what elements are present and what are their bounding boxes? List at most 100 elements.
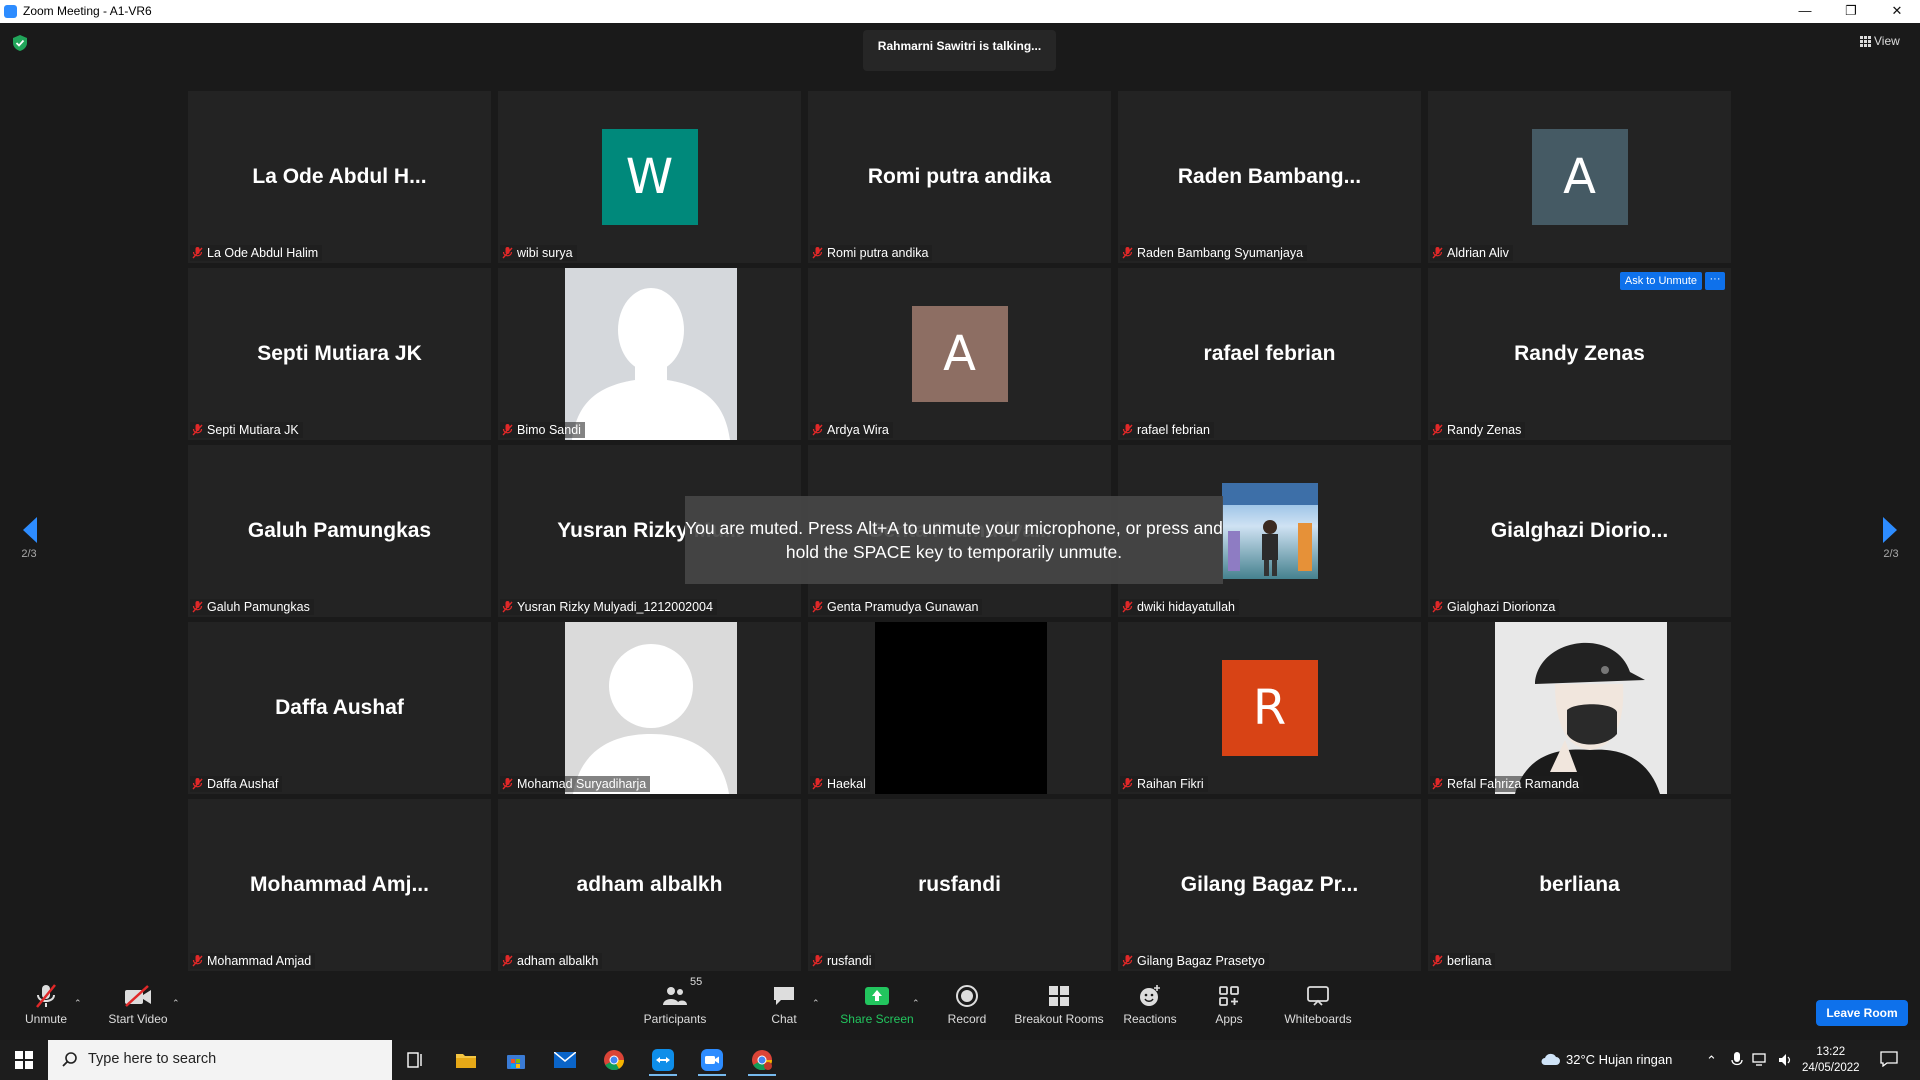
chat-icon [774, 987, 794, 1005]
participant-name: Gilang Bagaz Prasetyo [1120, 953, 1269, 969]
participant-tile[interactable]: Refal Fahriza Ramanda [1428, 622, 1731, 794]
weather-widget[interactable]: 32°C Hujan ringan [1540, 1052, 1672, 1067]
profile-photo [565, 622, 737, 794]
apps-button[interactable]: Apps [1210, 982, 1248, 1026]
participant-tile[interactable]: rafael febrian rafael febrian [1118, 268, 1421, 440]
participant-tile[interactable]: Mohamad Suryadiharja [498, 622, 801, 794]
previous-page-button[interactable]: 2/3 [14, 515, 44, 560]
file-explorer-icon[interactable] [452, 1046, 480, 1074]
share-options-caret[interactable]: ⌃ [912, 998, 920, 1009]
participant-tile[interactable]: Gilang Bagaz Pr... Gilang Bagaz Prasetyo [1118, 799, 1421, 971]
breakout-rooms-label: Breakout Rooms [1014, 1012, 1104, 1026]
participant-display-name: Randy Zenas [1514, 342, 1645, 365]
participant-tile[interactable]: A Aldrian Aliv [1428, 91, 1731, 263]
record-button[interactable]: Record [940, 982, 994, 1026]
taskbar-search-input[interactable]: Type here to search [48, 1040, 392, 1080]
unmute-button[interactable]: Unmute [20, 982, 72, 1026]
participant-name-text: Galuh Pamungkas [207, 600, 310, 614]
clock[interactable]: 13:22 24/05/2022 [1802, 1044, 1860, 1076]
weather-text: 32°C Hujan ringan [1566, 1052, 1673, 1067]
reactions-button[interactable]: Reactions [1122, 982, 1178, 1026]
apps-label: Apps [1215, 1012, 1243, 1026]
profile-photo [565, 268, 737, 440]
zoom-taskbar-icon[interactable] [698, 1046, 726, 1076]
volume-icon[interactable] [1778, 1053, 1794, 1067]
notifications-icon[interactable] [1880, 1051, 1898, 1070]
participant-name: Aldrian Aliv [1430, 245, 1513, 261]
muted-mic-icon [502, 247, 513, 263]
restore-button[interactable]: ❐ [1828, 0, 1874, 23]
participant-name-text: berliana [1447, 954, 1492, 968]
minimize-button[interactable]: — [1782, 0, 1828, 23]
tray-overflow-icon[interactable]: ⌃ [1706, 1053, 1717, 1068]
task-view-icon[interactable] [402, 1046, 430, 1074]
participant-tile[interactable]: Mohammad Amj... Mohammad Amjad [188, 799, 491, 971]
participant-tile[interactable]: Randy Zenas Randy Zenas Ask to Unmute ··· [1428, 268, 1731, 440]
chat-options-caret[interactable]: ⌃ [812, 998, 820, 1009]
chrome-profile-icon[interactable] [748, 1046, 776, 1076]
share-screen-button[interactable]: Share Screen [836, 982, 918, 1026]
view-button[interactable]: View [1860, 34, 1900, 48]
apps-icon [1219, 986, 1239, 1006]
ask-to-unmute-button[interactable]: Ask to Unmute [1619, 272, 1702, 290]
profile-photo [1222, 483, 1318, 579]
participant-tile[interactable]: Septi Mutiara JK Septi Mutiara JK [188, 268, 491, 440]
participants-button[interactable]: Participants [640, 982, 710, 1026]
muted-notification: You are muted. Press Alt+A to unmute you… [685, 496, 1223, 584]
participant-tile[interactable]: Romi putra andika Romi putra andika [808, 91, 1111, 263]
participant-tile[interactable]: Galuh Pamungkas Galuh Pamungkas [188, 445, 491, 617]
participant-display-name: rafael febrian [1203, 342, 1336, 365]
audio-options-caret[interactable]: ⌃ [74, 998, 82, 1009]
participant-tile[interactable]: rusfandi rusfandi [808, 799, 1111, 971]
meeting-toolbar: Unmute ⌃ Start Video ⌃ Participants 55 C… [0, 976, 1920, 1040]
participant-tile[interactable]: Wwibi surya [498, 91, 801, 263]
system-tray-icons[interactable]: ⌃ [1706, 1052, 1794, 1069]
participant-tile[interactable]: A Ardya Wira [808, 268, 1111, 440]
windows-start-icon[interactable] [10, 1046, 38, 1074]
participant-display-name: Galuh Pamungkas [247, 519, 432, 542]
participant-avatar: R [1221, 660, 1318, 756]
video-options-caret[interactable]: ⌃ [172, 998, 180, 1009]
mail-icon[interactable] [551, 1046, 579, 1074]
participant-name-text: Refal Fahriza Ramanda [1447, 777, 1580, 791]
more-options-button[interactable]: ··· [1705, 272, 1725, 290]
participant-tile[interactable]: La Ode Abdul H... La Ode Abdul Halim [188, 91, 491, 263]
participant-tile[interactable]: Daffa Aushaf Daffa Aushaf [188, 622, 491, 794]
teamviewer-icon[interactable] [649, 1046, 677, 1076]
next-page-button[interactable]: 2/3 [1876, 515, 1906, 560]
tray-microphone-icon[interactable] [1730, 1052, 1743, 1068]
page-indicator-right: 2/3 [1883, 548, 1899, 560]
muted-mic-icon [812, 778, 823, 794]
participant-name: Raihan Fikri [1120, 776, 1208, 792]
participant-tile[interactable]: Raden Bambang... Raden Bambang Syumanjaya [1118, 91, 1421, 263]
participant-tile[interactable]: Haekal [808, 622, 1111, 794]
participant-tile[interactable]: adham albalkh adham albalkh [498, 799, 801, 971]
chrome-icon[interactable] [600, 1046, 628, 1074]
participant-name: Haekal [810, 776, 870, 792]
participant-name-text: rafael febrian [1137, 423, 1210, 437]
whiteboards-button[interactable]: Whiteboards [1282, 982, 1354, 1026]
participant-name-text: Gialghazi Diorionza [1447, 600, 1556, 614]
network-icon[interactable] [1752, 1053, 1770, 1067]
participant-tile[interactable]: R Raihan Fikri [1118, 622, 1421, 794]
participant-name: wibi surya [500, 245, 577, 261]
leave-room-button[interactable]: Leave Room [1816, 1000, 1908, 1026]
participant-name-text: Haekal [827, 777, 866, 791]
participant-name-text: adham albalkh [517, 954, 599, 968]
muted-mic-icon [502, 778, 513, 794]
chat-button[interactable]: Chat [760, 982, 808, 1026]
microsoft-store-icon[interactable] [502, 1046, 530, 1074]
breakout-rooms-button[interactable]: Breakout Rooms [1012, 982, 1106, 1026]
participant-name-text: Romi putra andika [827, 246, 929, 260]
close-button[interactable]: ✕ [1874, 0, 1920, 23]
page-indicator-left: 2/3 [21, 548, 37, 560]
share-screen-label: Share Screen [840, 1012, 914, 1026]
chat-label: Chat [771, 1012, 797, 1026]
start-video-button[interactable]: Start Video [104, 982, 172, 1026]
muted-mic-icon [502, 955, 513, 971]
security-shield-icon[interactable] [13, 35, 27, 56]
participant-tile[interactable]: Bimo Sandi [498, 268, 801, 440]
participant-name: Raden Bambang Syumanjaya [1120, 245, 1308, 261]
participant-tile[interactable]: Gialghazi Diorio... Gialghazi Diorionza [1428, 445, 1731, 617]
participant-tile[interactable]: berliana berliana [1428, 799, 1731, 971]
